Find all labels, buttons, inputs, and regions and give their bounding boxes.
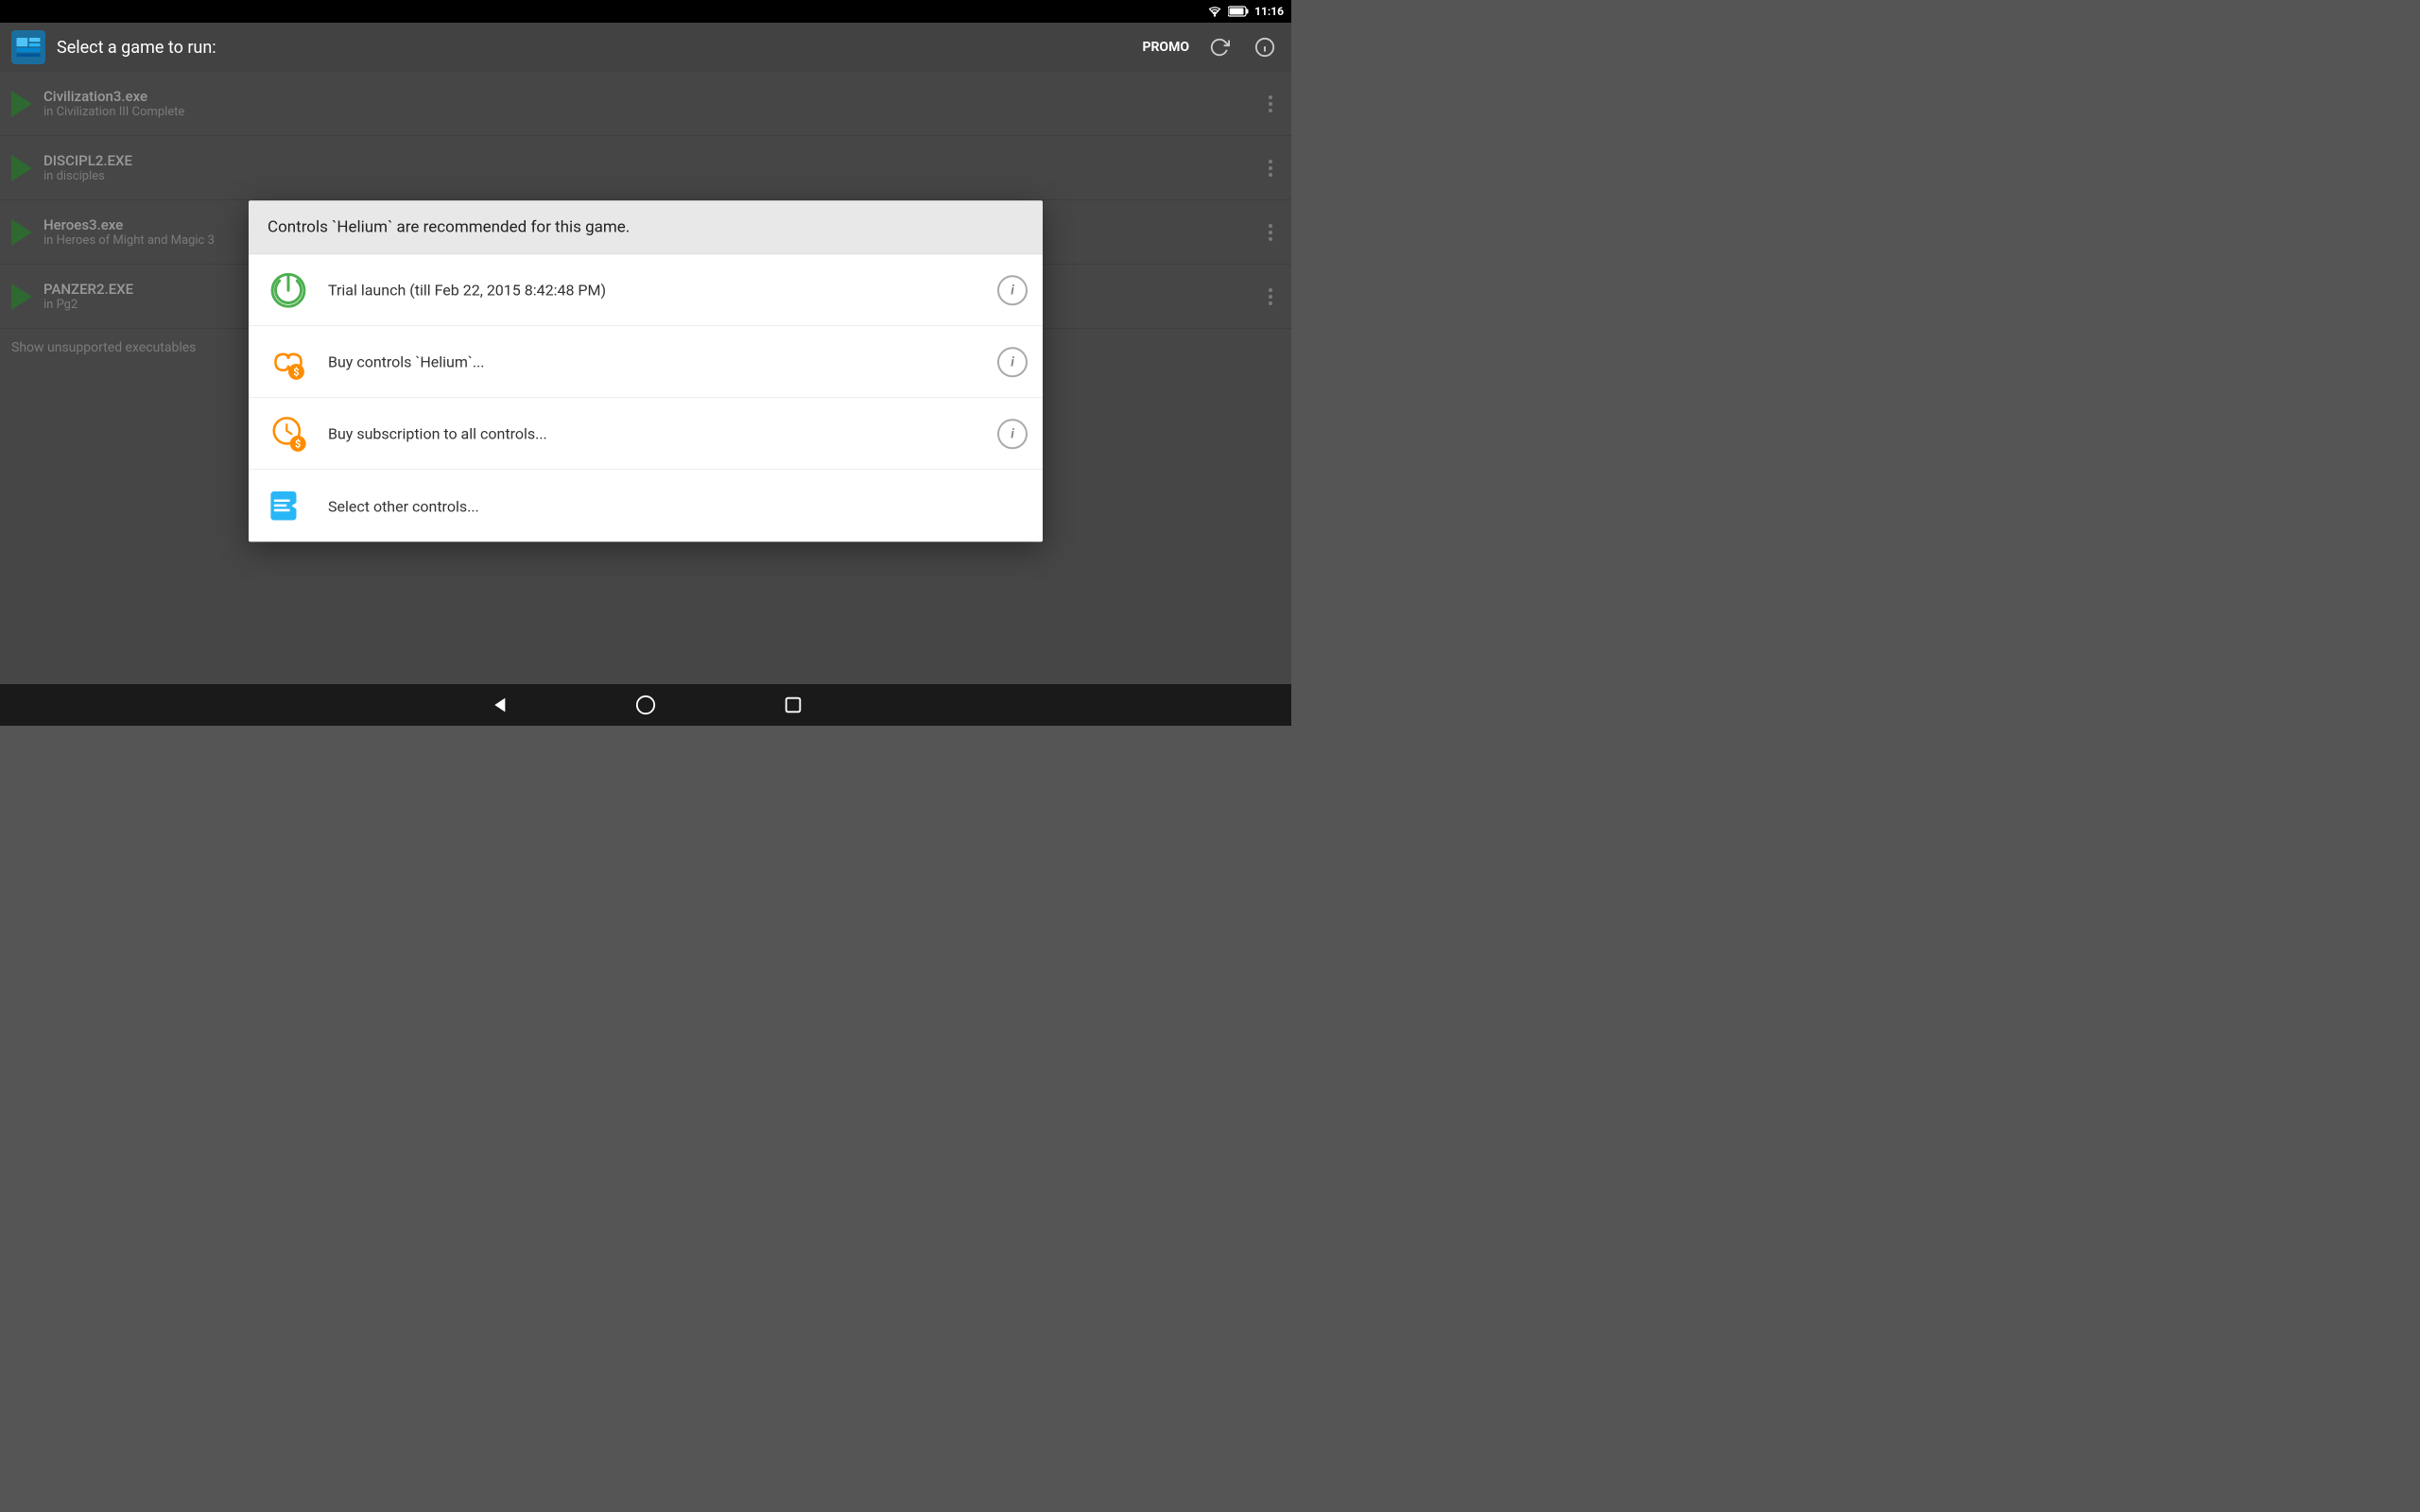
wifi-icon (1207, 6, 1222, 17)
svg-text:$: $ (295, 438, 301, 450)
buy-controls-info-button[interactable]: i (997, 347, 1028, 377)
app-title: Select a game to run: (57, 38, 1131, 58)
main-content: Civilization3.exe in Civilization III Co… (0, 72, 1291, 684)
svg-text:$: $ (293, 366, 299, 378)
app-logo-icon (11, 30, 45, 64)
trial-info-button[interactable]: i (997, 275, 1028, 305)
info-button[interactable] (1250, 32, 1280, 62)
nav-bar (0, 684, 1291, 726)
buy-controls-text: Buy controls `Helium`... (328, 352, 982, 370)
refresh-button[interactable] (1204, 32, 1235, 62)
back-button[interactable] (481, 688, 515, 722)
power-icon (264, 266, 313, 315)
buy-controls-option[interactable]: $ Buy controls `Helium`... i (249, 326, 1043, 398)
home-button[interactable] (629, 688, 663, 722)
app-bar-actions: PROMO (1142, 32, 1280, 62)
status-time: 11:16 (1254, 5, 1284, 18)
select-other-controls-text: Select other controls... (328, 497, 1028, 515)
infinity-dollar-icon: $ (264, 337, 313, 387)
buy-subscription-info-button[interactable]: i (997, 419, 1028, 449)
app-bar: Select a game to run: PROMO (0, 23, 1291, 72)
buy-subscription-text: Buy subscription to all controls... (328, 424, 982, 442)
select-other-controls-option[interactable]: Select other controls... (249, 470, 1043, 541)
clock-dollar-icon: $ (264, 409, 313, 458)
trial-launch-option[interactable]: Trial launch (till Feb 22, 2015 8:42:48 … (249, 254, 1043, 326)
trial-launch-text: Trial launch (till Feb 22, 2015 8:42:48 … (328, 281, 982, 299)
promo-button[interactable]: PROMO (1142, 40, 1189, 55)
status-bar: 11:16 (0, 0, 1291, 23)
arrow-right-icon (264, 481, 313, 530)
battery-icon (1228, 6, 1249, 17)
modal-header: Controls `Helium` are recommended for th… (249, 200, 1043, 254)
buy-subscription-option[interactable]: $ Buy subscription to all controls... i (249, 398, 1043, 470)
recent-apps-button[interactable] (776, 688, 810, 722)
controls-modal: Controls `Helium` are recommended for th… (249, 200, 1043, 541)
